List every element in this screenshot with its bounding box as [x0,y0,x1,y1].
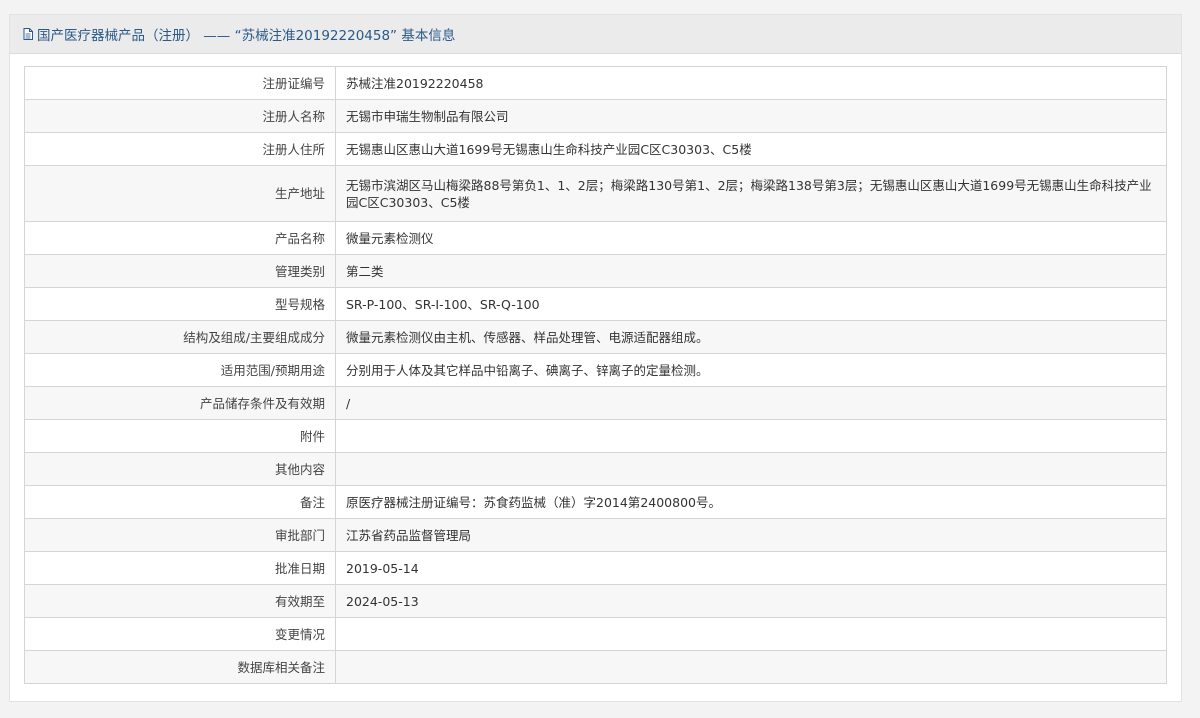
field-label: 结构及组成/主要组成成分 [24,320,336,354]
table-row: 注册人住所 无锡惠山区惠山大道1699号无锡惠山生命科技产业园C区C30303、C… [24,132,1167,166]
field-label: 批准日期 [24,551,336,585]
field-label: 产品储存条件及有效期 [24,386,336,420]
field-label: 管理类别 [24,254,336,288]
table-row: 注册人名称 无锡市申瑞生物制品有限公司 [24,99,1167,133]
field-value: 微量元素检测仪由主机、传感器、样品处理管、电源适配器组成。 [335,320,1167,354]
field-value: 无锡市滨湖区马山梅梁路88号第负1、1、2层；梅梁路130号第1、2层；梅梁路1… [335,165,1167,222]
page-title: 国产医疗器械产品（注册） —— “苏械注准20192220458” 基本信息 [37,28,456,44]
info-table-body: 注册证编号 苏械注准20192220458 注册人名称 无锡市申瑞生物制品有限公司 注册… [24,66,1167,684]
table-row: 管理类别 第二类 [24,254,1167,288]
table-row: 生产地址 无锡市滨湖区马山梅梁路88号第负1、1、2层；梅梁路130号第1、2层；… [24,165,1167,222]
field-label: 注册人住所 [24,132,336,166]
field-label: 适用范围/预期用途 [24,353,336,387]
field-value: / [335,386,1167,420]
table-row: 产品储存条件及有效期 / [24,386,1167,420]
field-value: 2019-05-14 [335,551,1167,585]
field-label: 注册人名称 [24,99,336,133]
field-value: 无锡市申瑞生物制品有限公司 [335,99,1167,133]
table-row: 结构及组成/主要组成成分 微量元素检测仪由主机、传感器、样品处理管、电源适配器组成… [24,320,1167,354]
field-label: 有效期至 [24,584,336,618]
table-row: 注册证编号 苏械注准20192220458 [24,66,1167,100]
document-icon [23,28,33,40]
detail-panel: 国产医疗器械产品（注册） —— “苏械注准20192220458” 基本信息 注… [9,14,1182,702]
field-value: 2024-05-13 [335,584,1167,618]
field-label: 生产地址 [24,165,336,222]
field-value: 苏械注准20192220458 [335,66,1167,100]
field-value [335,452,1167,486]
field-value [335,617,1167,651]
table-row: 附件 [24,419,1167,453]
table-row: 备注 原医疗器械注册证编号：苏食药监械（准）字2014第2400800号。 [24,485,1167,519]
table-row: 数据库相关备注 [24,650,1167,684]
field-label: 备注 [24,485,336,519]
field-value: SR-P-100、SR-I-100、SR-Q-100 [335,287,1167,321]
field-label: 附件 [24,419,336,453]
table-row: 其他内容 [24,452,1167,486]
table-row: 有效期至 2024-05-13 [24,584,1167,618]
table-row: 适用范围/预期用途 分别用于人体及其它样品中铅离子、碘离子、锌离子的定量检测。 [24,353,1167,387]
field-value: 第二类 [335,254,1167,288]
table-row: 变更情况 [24,617,1167,651]
field-value [335,650,1167,684]
panel-header: 国产医疗器械产品（注册） —— “苏械注准20192220458” 基本信息 [10,15,1181,54]
field-label: 变更情况 [24,617,336,651]
field-label: 产品名称 [24,221,336,255]
table-row: 产品名称 微量元素检测仪 [24,221,1167,255]
table-row: 型号规格 SR-P-100、SR-I-100、SR-Q-100 [24,287,1167,321]
field-label: 注册证编号 [24,66,336,100]
table-row: 审批部门 江苏省药品监督管理局 [24,518,1167,552]
field-label: 其他内容 [24,452,336,486]
field-value: 无锡惠山区惠山大道1699号无锡惠山生命科技产业园C区C30303、C5楼 [335,132,1167,166]
table-row: 批准日期 2019-05-14 [24,551,1167,585]
field-value: 江苏省药品监督管理局 [335,518,1167,552]
field-value: 微量元素检测仪 [335,221,1167,255]
field-value: 分别用于人体及其它样品中铅离子、碘离子、锌离子的定量检测。 [335,353,1167,387]
info-table-wrap: 注册证编号 苏械注准20192220458 注册人名称 无锡市申瑞生物制品有限公司 注册… [24,66,1167,684]
field-value: 原医疗器械注册证编号：苏食药监械（准）字2014第2400800号。 [335,485,1167,519]
field-value [335,419,1167,453]
field-label: 型号规格 [24,287,336,321]
field-label: 审批部门 [24,518,336,552]
field-label: 数据库相关备注 [24,650,336,684]
info-table: 注册证编号 苏械注准20192220458 注册人名称 无锡市申瑞生物制品有限公司 注册… [24,66,1167,684]
